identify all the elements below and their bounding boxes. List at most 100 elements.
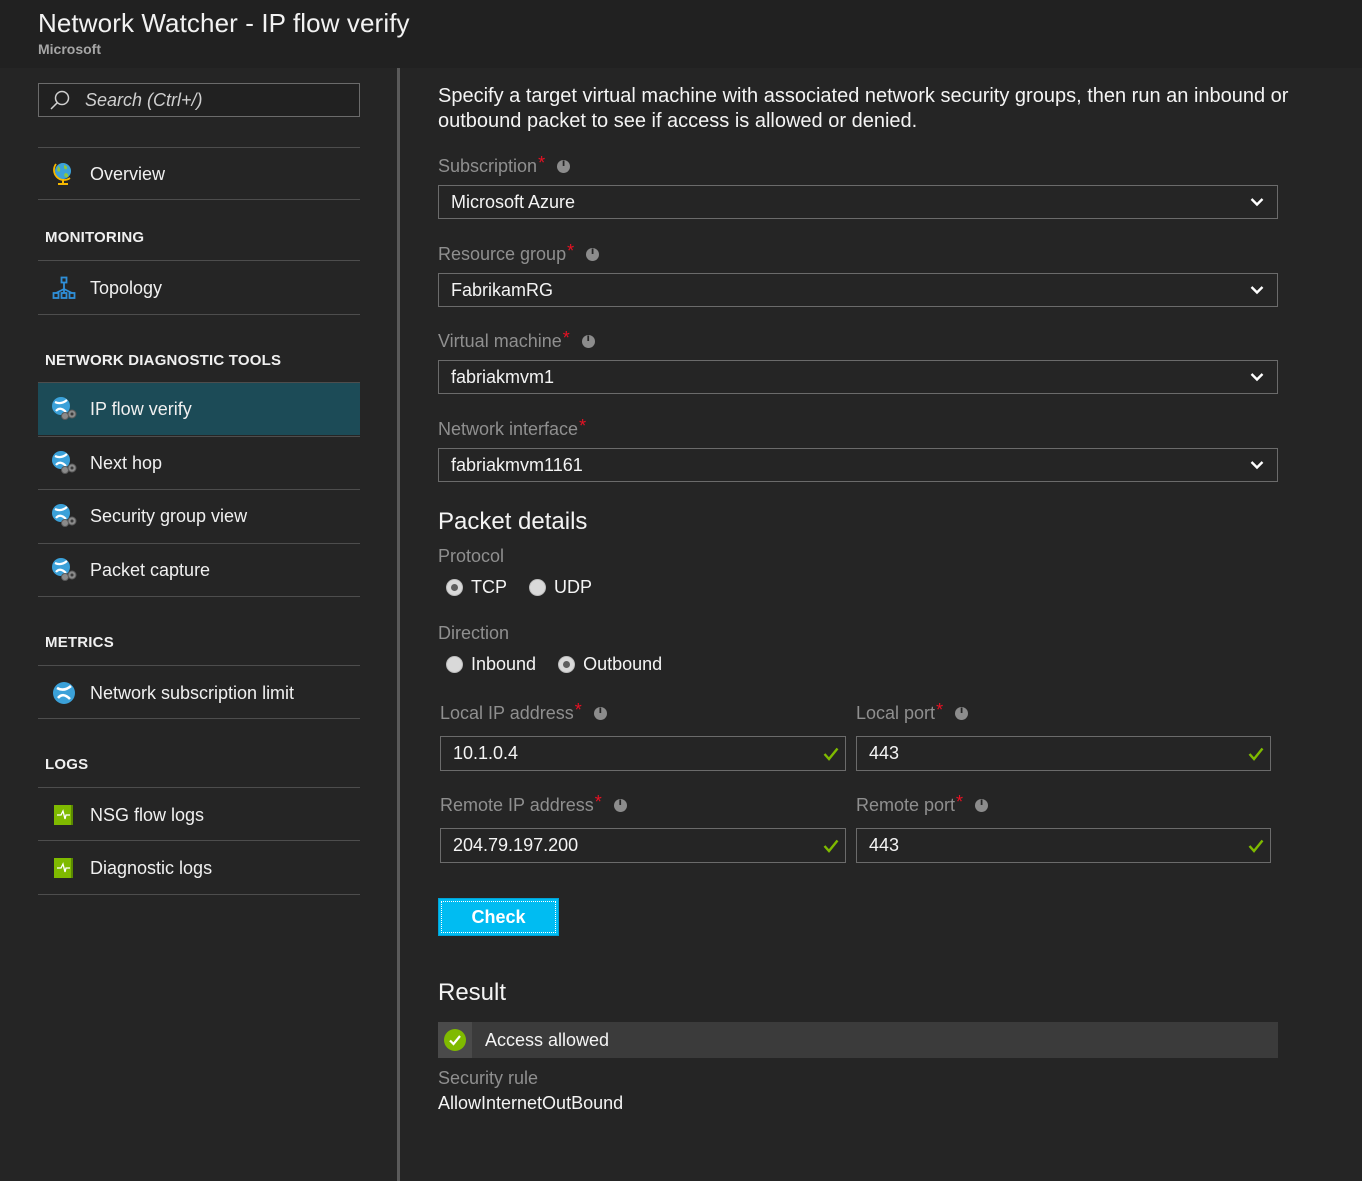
sidebar-item-ip-flow-verify[interactable]: IP flow verify <box>38 383 360 435</box>
network-interface-label: Network interface * <box>438 416 587 440</box>
divider <box>38 199 360 200</box>
local-port-field[interactable] <box>856 736 1271 771</box>
info-icon[interactable] <box>613 797 627 812</box>
required-marker: * <box>936 700 944 720</box>
divider <box>38 894 360 895</box>
sidebar-item-overview[interactable]: Overview <box>38 148 360 200</box>
sidebar-item-label: Security group view <box>90 505 248 526</box>
intro-text: Specify a target virtual machine with as… <box>438 85 1289 132</box>
page-subtitle: Microsoft <box>38 41 101 57</box>
network-watcher-icon <box>51 557 77 583</box>
success-check-icon <box>444 1029 466 1051</box>
direction-label: Direction <box>438 623 509 644</box>
chevron-down-icon <box>1250 373 1264 382</box>
label-text: Remote port <box>856 795 956 815</box>
section-title-network-diagnostic-tools: NETWORK DIAGNOSTIC TOOLS <box>45 352 282 369</box>
search-input[interactable] <box>85 89 335 111</box>
radio-indicator[interactable] <box>446 656 463 673</box>
radio-indicator[interactable] <box>529 579 546 596</box>
sidebar-item-label: Next hop <box>90 452 163 473</box>
status-icon-container <box>438 1022 472 1058</box>
network-watcher-icon <box>51 450 77 476</box>
search-box[interactable] <box>38 83 360 117</box>
subscription-dropdown[interactable]: Microsoft Azure <box>438 185 1278 219</box>
protocol-radio-group: TCP UDP <box>446 577 614 598</box>
info-icon[interactable] <box>586 246 600 261</box>
network-interface-dropdown[interactable]: fabriakmvm1161 <box>438 448 1278 482</box>
sidebar-item-label: Overview <box>90 163 166 184</box>
sidebar-item-security-group-view[interactable]: Security group view <box>38 490 360 542</box>
local-port-label: Local port * <box>856 700 969 724</box>
radio-udp[interactable]: UDP <box>529 577 592 598</box>
divider <box>38 665 360 666</box>
direction-radio-group: Inbound Outbound <box>446 654 684 675</box>
topology-icon <box>51 275 77 301</box>
remote-ip-label: Remote IP address * <box>440 792 627 816</box>
virtual-machine-label: Virtual machine * <box>438 328 595 352</box>
sidebar-item-nsg-flow-logs[interactable]: NSG flow logs <box>38 789 360 841</box>
dropdown-value: FabrikamRG <box>451 279 554 300</box>
subscription-label: Subscription * <box>438 153 571 177</box>
required-marker: * <box>562 328 570 348</box>
sidebar-item-topology[interactable]: Topology <box>38 262 360 314</box>
info-icon[interactable] <box>955 705 969 720</box>
local-ip-field[interactable] <box>440 736 846 771</box>
sidebar-item-packet-capture[interactable]: Packet capture <box>38 544 360 596</box>
result-status-text: Access allowed <box>485 1029 610 1050</box>
label-text: Local IP address <box>440 703 574 723</box>
label-text: Local port <box>856 703 936 723</box>
section-title-logs: LOGS <box>45 756 89 773</box>
radio-outbound[interactable]: Outbound <box>558 654 662 675</box>
required-marker: * <box>579 416 587 436</box>
sidebar-item-next-hop[interactable]: Next hop <box>38 437 360 489</box>
section-title-metrics: METRICS <box>45 634 114 651</box>
sidebar-item-label: Topology <box>90 277 163 298</box>
label-text: Resource group <box>438 244 567 264</box>
local-ip-input[interactable] <box>453 743 753 764</box>
info-icon[interactable] <box>557 158 571 173</box>
sidebar-item-label: IP flow verify <box>90 398 192 419</box>
virtual-machine-dropdown[interactable]: fabriakmvm1 <box>438 360 1278 394</box>
network-watcher-icon <box>51 503 77 529</box>
sidebar-item-label: NSG flow logs <box>90 804 205 825</box>
sidebar-item-network-subscription-limit[interactable]: Network subscription limit <box>38 667 360 719</box>
sidebar-item-label: Packet capture <box>90 559 211 580</box>
sidebar-divider[interactable] <box>397 68 400 1181</box>
info-icon[interactable] <box>593 705 607 720</box>
local-port-input[interactable] <box>869 743 1169 764</box>
sidebar-item-diagnostic-logs[interactable]: Diagnostic logs <box>38 842 360 894</box>
info-icon[interactable] <box>975 797 989 812</box>
network-icon <box>51 680 77 706</box>
remote-ip-input[interactable] <box>453 835 753 856</box>
radio-selected-indicator[interactable] <box>446 579 463 596</box>
required-marker: * <box>956 792 964 812</box>
sidebar-item-label: Network subscription limit <box>90 682 295 703</box>
label-text: Protocol <box>438 546 505 566</box>
radio-selected-indicator[interactable] <box>558 656 576 673</box>
search-icon <box>50 90 70 110</box>
label-text: Remote IP address <box>440 795 594 815</box>
sidebar-item-label: Diagnostic logs <box>90 857 213 878</box>
radio-tcp[interactable]: TCP <box>446 577 507 598</box>
remote-ip-field[interactable] <box>440 828 846 863</box>
remote-port-field[interactable] <box>856 828 1271 863</box>
radio-label: UDP <box>554 577 593 597</box>
divider <box>38 596 360 597</box>
dropdown-value: fabriakmvm1161 <box>451 454 583 475</box>
remote-port-input[interactable] <box>869 835 1169 856</box>
remote-port-label: Remote port * <box>856 792 989 816</box>
resource-group-dropdown[interactable]: FabrikamRG <box>438 273 1278 307</box>
page-title: Network Watcher - IP flow verify <box>38 8 410 38</box>
packet-details-heading: Packet details <box>438 508 588 535</box>
required-marker: * <box>538 153 546 173</box>
check-button[interactable]: Check <box>438 898 559 936</box>
dropdown-value: fabriakmvm1 <box>451 366 555 387</box>
divider <box>38 718 360 719</box>
info-icon[interactable] <box>581 333 595 348</box>
result-status-bar: Access allowed <box>438 1022 1278 1058</box>
radio-inbound[interactable]: Inbound <box>446 654 536 675</box>
label-text: Network interface <box>438 419 579 439</box>
log-icon <box>51 855 77 881</box>
log-icon <box>51 802 77 828</box>
label-text: Direction <box>438 623 510 643</box>
